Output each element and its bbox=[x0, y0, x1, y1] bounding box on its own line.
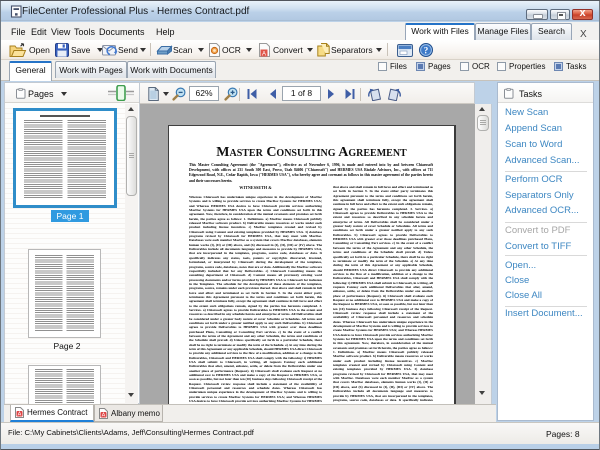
svg-text:?: ? bbox=[424, 46, 429, 56]
svg-text:A: A bbox=[18, 412, 22, 418]
svg-text:A: A bbox=[102, 412, 106, 418]
svg-text:A: A bbox=[262, 51, 266, 57]
